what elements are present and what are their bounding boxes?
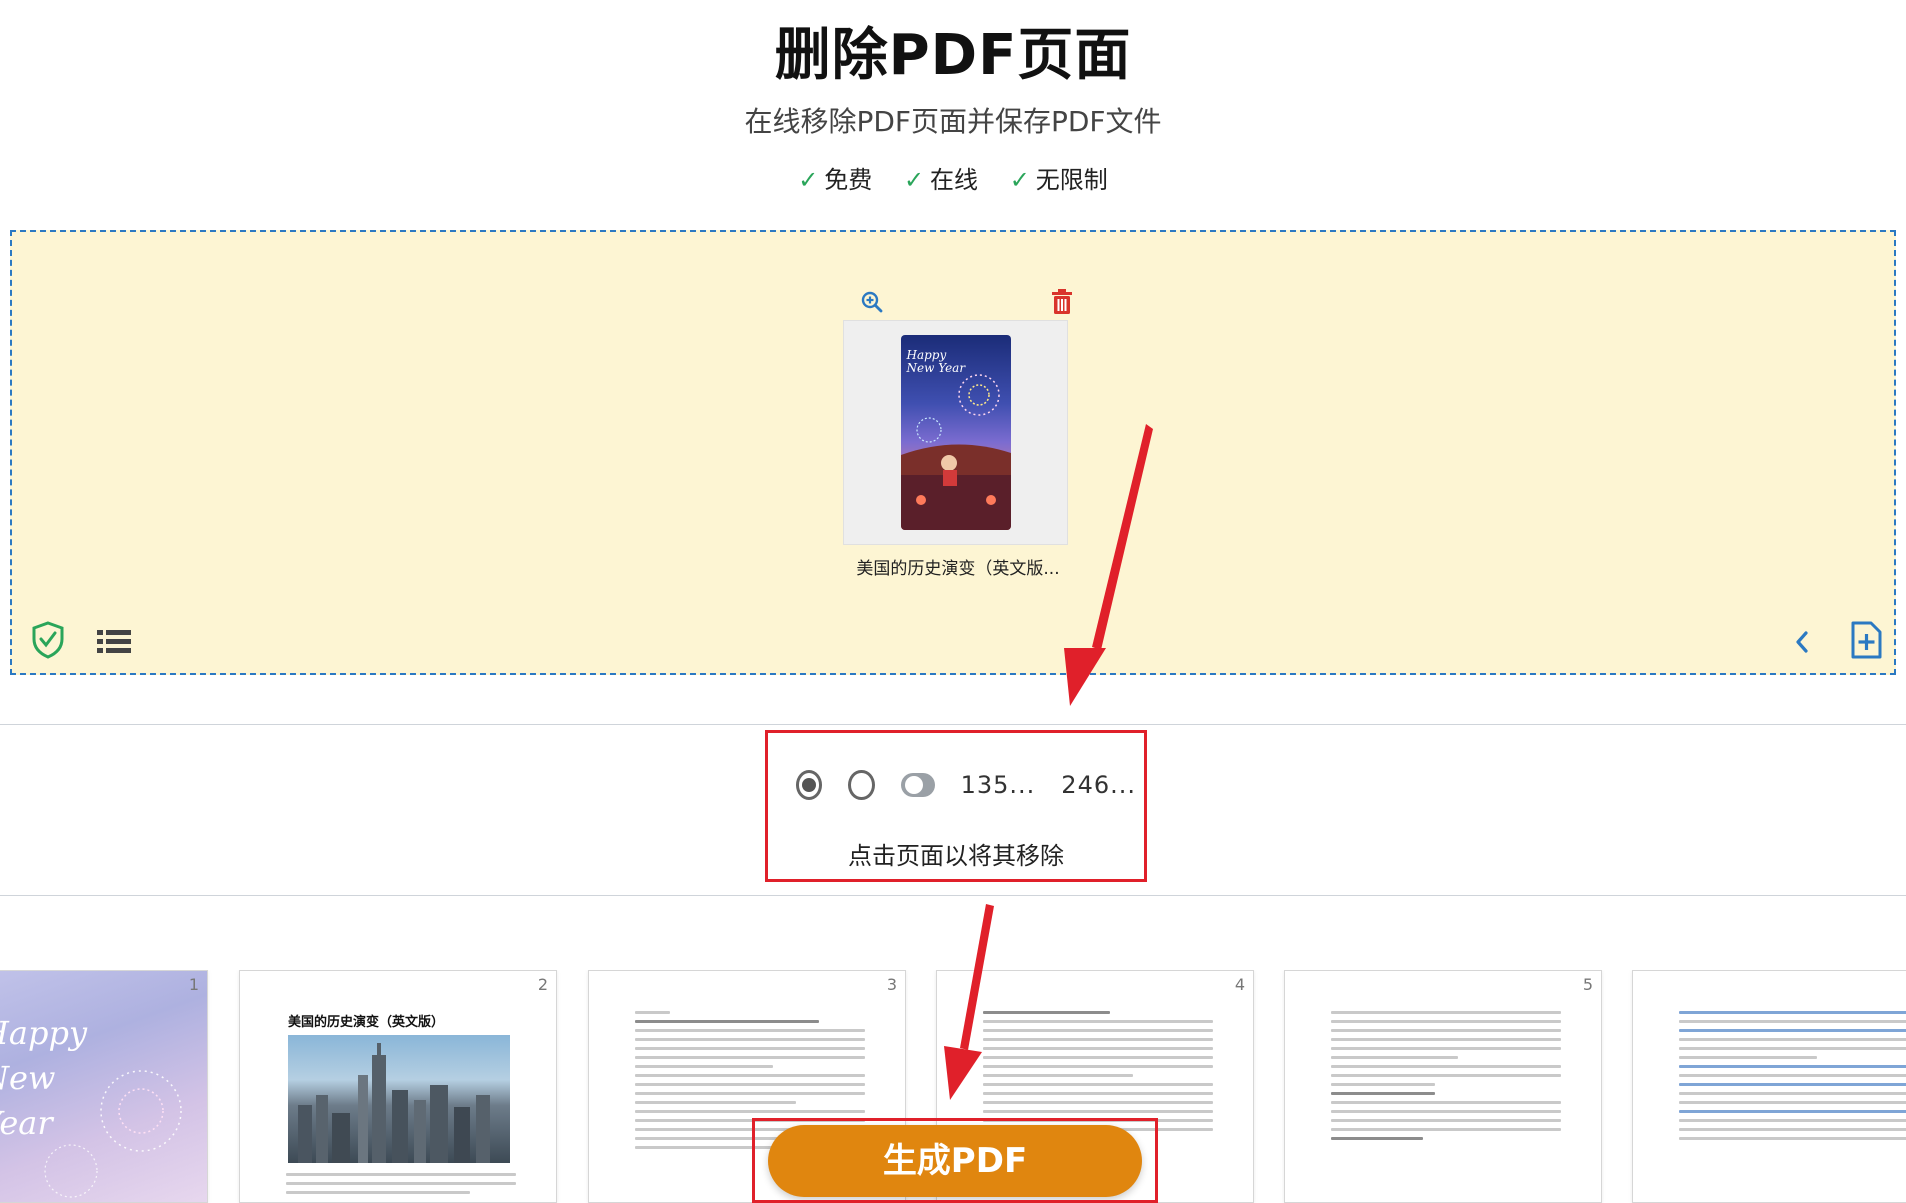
page-text-block bbox=[1679, 1011, 1906, 1146]
feature-free: ✓ 免费 bbox=[798, 160, 872, 195]
feature-online: ✓ 在线 bbox=[904, 160, 978, 195]
page-subtitle: 在线移除PDF页面并保存PDF文件 bbox=[744, 105, 1162, 138]
radio-range-mode[interactable] bbox=[848, 770, 875, 800]
city-photo bbox=[288, 1035, 510, 1163]
delete-file-icon[interactable] bbox=[1042, 282, 1082, 322]
shield-check-icon bbox=[28, 618, 68, 662]
page-text-block bbox=[286, 1173, 516, 1200]
odd-pages-option[interactable]: 135... bbox=[961, 771, 1036, 799]
zoom-in-icon[interactable] bbox=[852, 282, 892, 322]
list-view-icon[interactable] bbox=[94, 624, 134, 660]
page-number: 1 bbox=[188, 975, 199, 994]
radio-dot bbox=[802, 778, 817, 792]
cover-script-text: Happy New Year bbox=[0, 1014, 88, 1142]
cover-image: Happy New Year bbox=[900, 335, 1011, 530]
divider bbox=[0, 895, 1906, 896]
instruction-text: 点击页面以将其移除 bbox=[848, 842, 1064, 870]
remove-options-panel: 135... 246... 点击页面以将其移除 bbox=[765, 730, 1147, 882]
file-dropzone[interactable]: Happy New Year 美国的历史演变（英文版... bbox=[10, 230, 1896, 675]
page-number: 5 bbox=[1582, 975, 1593, 994]
page-title: 删除PDF页面 bbox=[774, 23, 1132, 88]
page-number: 2 bbox=[537, 975, 548, 994]
toggle-knob bbox=[904, 776, 923, 794]
file-toolbar bbox=[852, 282, 1072, 322]
check-icon: ✓ bbox=[903, 166, 925, 194]
page-text-block bbox=[1331, 1011, 1561, 1146]
feature-label: 无限制 bbox=[1035, 166, 1108, 194]
toggle-switch[interactable] bbox=[900, 773, 935, 797]
check-icon: ✓ bbox=[798, 166, 819, 194]
feature-unlimited: ✓ 无限制 bbox=[1010, 160, 1108, 195]
chevron-left-icon[interactable] bbox=[1788, 624, 1816, 660]
page-thumbnail[interactable]: 5 bbox=[1284, 970, 1602, 1203]
divider bbox=[0, 724, 1906, 725]
feature-label: 免费 bbox=[824, 166, 873, 194]
file-thumbnail[interactable]: Happy New Year bbox=[843, 320, 1068, 545]
highlight-frame bbox=[752, 1118, 1158, 1203]
feature-list: ✓ 免费 ✓ 在线 ✓ 无限制 bbox=[0, 160, 1906, 195]
page-number: 4 bbox=[1234, 975, 1245, 994]
page-thumbnail[interactable]: Happy New Year 1 bbox=[0, 970, 208, 1203]
page-heading: 美国的历史演变（英文版） bbox=[288, 1015, 445, 1030]
page-thumbnail[interactable]: 2 美国的历史演变（英文版） bbox=[239, 970, 557, 1203]
options-row: 135... 246... bbox=[796, 765, 1136, 805]
page-thumbnail[interactable] bbox=[1632, 970, 1906, 1203]
page-number: 3 bbox=[886, 975, 897, 994]
cover-title-text: Happy New Year bbox=[906, 348, 966, 376]
add-file-icon[interactable] bbox=[1844, 618, 1888, 662]
feature-label: 在线 bbox=[930, 166, 979, 194]
radio-select-pages[interactable] bbox=[796, 770, 823, 800]
even-pages-option[interactable]: 246... bbox=[1061, 771, 1136, 799]
check-icon: ✓ bbox=[1009, 166, 1030, 194]
file-name: 美国的历史演变（英文版... bbox=[856, 559, 1060, 579]
